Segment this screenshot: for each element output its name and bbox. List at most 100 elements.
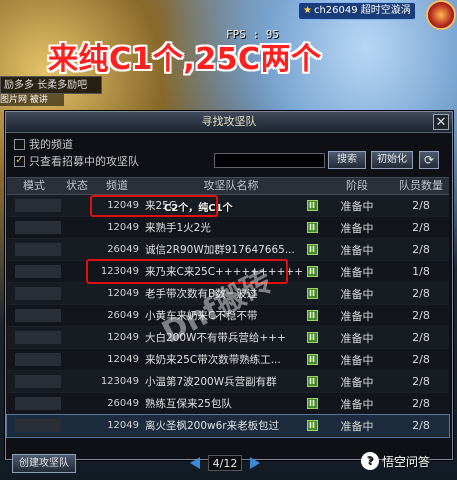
- member-count-cell: 2/8: [412, 309, 430, 322]
- table-row[interactable]: 12049 离火圣枫200w6r来老板包过 II 准备中 2/8: [6, 414, 450, 438]
- pause-icon: II: [306, 310, 318, 321]
- member-count-cell: 2/8: [412, 199, 430, 212]
- channel-cell: 26049: [107, 398, 139, 409]
- member-count-cell: 2/8: [412, 397, 430, 410]
- stage-cell: 准备中: [340, 397, 374, 411]
- table-row[interactable]: 12049 老手带次数有B数一波过 II 准备中 2/8: [7, 283, 449, 305]
- channel-cell: 123049: [100, 266, 139, 277]
- raid-name-cell: 来乃来C来25C++++++++++++...: [145, 266, 303, 278]
- channel-cell: 12049: [107, 222, 139, 233]
- password-cell: II: [303, 266, 321, 277]
- raid-name-cell: 诚信2R90W加群917647665...: [145, 244, 295, 256]
- recruiting-checkbox[interactable]: ✓: [14, 155, 25, 167]
- stage-cell: 准备中: [340, 221, 374, 235]
- mode-cell: [15, 309, 61, 322]
- member-count-cell: 2/8: [412, 331, 430, 344]
- search-button[interactable]: 搜索: [328, 151, 366, 169]
- password-cell: II: [303, 244, 321, 255]
- col-name[interactable]: 攻坚队名称: [141, 178, 321, 194]
- channel-cell: 12049: [107, 354, 139, 365]
- reset-button[interactable]: 初始化: [371, 151, 413, 169]
- col-status[interactable]: 状态: [61, 178, 93, 194]
- table-row[interactable]: 26049 熟练互保来25包队 II 准备中 2/8: [7, 393, 449, 415]
- mode-cell: [15, 221, 61, 234]
- prev-page-icon[interactable]: [190, 457, 200, 469]
- pause-icon: II: [306, 420, 318, 431]
- password-cell: II: [303, 398, 321, 409]
- stage-cell: 准备中: [340, 243, 374, 257]
- channel-cell: 26049: [107, 310, 139, 321]
- table-row[interactable]: 26049 诚信2R90W加群917647665... II 准备中 2/8: [7, 239, 449, 261]
- col-mode[interactable]: 模式: [7, 178, 61, 194]
- chat-bubble: 励多多 长柔多励吧: [0, 76, 102, 94]
- password-cell: II: [303, 354, 321, 365]
- table-row[interactable]: 26049 小黄车来奶来C不稳不带 II 准备中 2/8: [7, 305, 449, 327]
- raid-name-cell: 小黄车来奶来C不稳不带: [145, 310, 258, 322]
- player-tag-label: ch26049 超时空漩涡: [313, 5, 411, 16]
- member-count-cell: 2/8: [412, 353, 430, 366]
- my-channel-label: 我的频道: [29, 138, 73, 151]
- star-icon: ★: [303, 5, 312, 16]
- refresh-icon[interactable]: ⟳: [419, 151, 439, 169]
- option-my-channel[interactable]: 我的频道: [14, 136, 73, 152]
- channel-cell: 12049: [107, 200, 139, 211]
- password-cell: II: [303, 288, 321, 299]
- mode-cell: [15, 287, 61, 300]
- server-emblem-icon: [426, 0, 456, 30]
- dialog-titlebar: 寻找攻坚队 ✕: [6, 112, 452, 133]
- table-row[interactable]: 12049 来25C II 准备中 2/8 C2个，纯C1个: [7, 195, 449, 217]
- col-channel[interactable]: 频道: [93, 178, 141, 194]
- player-tag[interactable]: ★ ch26049 超时空漩涡: [298, 2, 416, 20]
- wukong-logo: ? 悟空问答: [361, 452, 430, 470]
- mode-cell: [15, 375, 61, 388]
- search-input[interactable]: [214, 153, 325, 168]
- member-count-cell: 2/8: [412, 243, 430, 256]
- pause-icon: II: [306, 354, 318, 365]
- col-stage[interactable]: 阶段: [321, 178, 393, 194]
- pause-icon: II: [306, 398, 318, 409]
- create-raid-button[interactable]: 创建攻坚队: [12, 454, 76, 473]
- pause-icon: II: [306, 376, 318, 387]
- table-row[interactable]: 123049 小温第7波200W兵营副有群 II 准备中 2/8: [7, 371, 449, 393]
- password-cell: II: [303, 376, 321, 387]
- option-recruiting-only[interactable]: ✓ 只查看招募中的攻坚队: [14, 153, 139, 169]
- pause-icon: II: [306, 222, 318, 233]
- member-count-cell: 2/8: [412, 287, 430, 300]
- stage-cell: 准备中: [340, 331, 374, 345]
- table-row[interactable]: 12049 来奶来25C带次数带熟练工... II 准备中 2/8: [7, 349, 449, 371]
- mode-cell: [15, 353, 61, 366]
- table-row[interactable]: 12049 来熟手1火2光 II 准备中 2/8: [7, 217, 449, 239]
- pause-icon: II: [306, 244, 318, 255]
- stage-cell: 准备中: [340, 265, 374, 279]
- wukong-logo-icon: ?: [361, 452, 379, 470]
- raid-name-cell: 离火圣枫200w6r来老板包过: [145, 420, 280, 432]
- my-channel-checkbox[interactable]: [14, 138, 25, 150]
- table-row[interactable]: 123049 来乃来C来25C++++++++++++... II 准备中 1/…: [7, 261, 449, 283]
- page-indicator: 4/12: [208, 455, 242, 471]
- table-row[interactable]: 12049 大白200W不有带兵营给+++ II 准备中 2/8: [7, 327, 449, 349]
- close-button[interactable]: ✕: [433, 114, 449, 130]
- password-cell: II: [303, 332, 321, 343]
- raid-name-cell: 小温第7波200W兵营副有群: [145, 376, 277, 388]
- raid-name-cell: 来熟手1火2光: [145, 222, 211, 234]
- channel-cell: 26049: [107, 244, 139, 255]
- pager: 4/12: [190, 455, 260, 471]
- stage-cell: 准备中: [340, 309, 374, 323]
- next-page-icon[interactable]: [250, 457, 260, 469]
- headline-overlay: 来纯C1个,25C两个: [48, 42, 322, 77]
- pause-icon: II: [306, 288, 318, 299]
- pause-icon: II: [306, 266, 318, 277]
- annotation-note: C2个，纯C1个: [164, 203, 233, 214]
- recruiting-label: 只查看招募中的攻坚队: [29, 155, 139, 168]
- stage-cell: 准备中: [340, 199, 374, 213]
- stage-cell: 准备中: [340, 287, 374, 301]
- mode-cell: [15, 243, 61, 256]
- password-cell: II: [303, 310, 321, 321]
- channel-cell: 12049: [107, 288, 139, 299]
- col-count[interactable]: 队员数量: [393, 178, 449, 194]
- dialog-title: 寻找攻坚队: [201, 115, 257, 128]
- member-count-cell: 2/8: [412, 375, 430, 388]
- chat-bubble-secondary: 图片网 被讲: [0, 94, 64, 106]
- stage-cell: 准备中: [340, 353, 374, 367]
- table-header: 模式 状态 频道 攻坚队名称 阶段 队员数量: [7, 177, 449, 195]
